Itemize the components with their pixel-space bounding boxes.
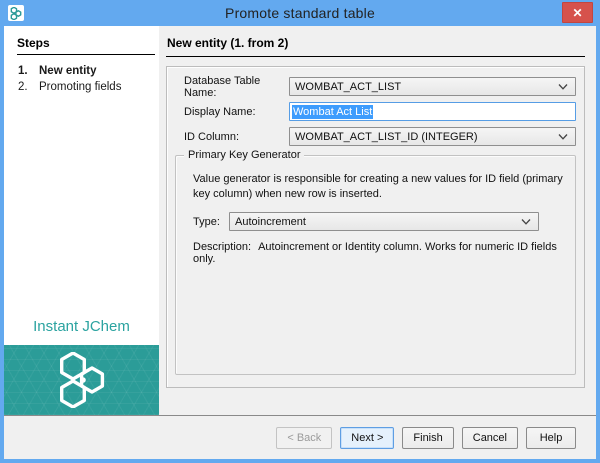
id-column-label: ID Column: — [184, 131, 289, 143]
selected-text: Wombat Act List — [292, 105, 373, 119]
page-title: New entity (1. from 2) — [166, 34, 585, 57]
description-row: Description:Autoincrement or Identity co… — [193, 241, 565, 265]
combo-value: Autoincrement — [235, 216, 306, 228]
brand-text: Instant JChem — [4, 318, 159, 335]
titlebar[interactable]: Promote standard table ✕ — [4, 0, 596, 26]
description-label: Description: — [193, 241, 251, 253]
steps-sidebar: Steps 1. New entity 2. Promoting fields … — [4, 26, 159, 415]
step-label: Promoting fields — [39, 80, 121, 94]
database-table-name-row: Database Table Name: WOMBAT_ACT_LIST — [184, 77, 576, 96]
display-name-row: Display Name: Wombat Act List — [184, 102, 576, 121]
type-combo[interactable]: Autoincrement — [229, 212, 539, 231]
window-title: Promote standard table — [225, 5, 375, 21]
chevron-down-icon — [521, 219, 531, 225]
generator-info-text: Value generator is responsible for creat… — [193, 172, 571, 202]
combo-value: WOMBAT_ACT_LIST_ID (INTEGER) — [295, 131, 478, 143]
cancel-button[interactable]: Cancel — [462, 427, 518, 449]
help-button[interactable]: Help — [526, 427, 576, 449]
combo-value: WOMBAT_ACT_LIST — [295, 81, 401, 93]
instant-jchem-app-icon — [8, 5, 24, 21]
close-button[interactable]: ✕ — [562, 2, 593, 23]
wizard-button-bar: < Back Next > Finish Cancel Help — [4, 415, 596, 459]
step-item-promoting-fields: 2. Promoting fields — [4, 79, 159, 95]
type-row: Type: Autoincrement — [193, 212, 565, 231]
display-name-input[interactable]: Wombat Act List — [289, 102, 576, 121]
step-label: New entity — [39, 64, 97, 78]
wizard-page: New entity (1. from 2) Database Table Na… — [159, 26, 596, 415]
back-button[interactable]: < Back — [276, 427, 332, 449]
finish-button[interactable]: Finish — [402, 427, 453, 449]
step-number: 1. — [18, 64, 39, 78]
dialog-body: Steps 1. New entity 2. Promoting fields … — [4, 26, 596, 459]
steps-list: 1. New entity 2. Promoting fields — [4, 63, 159, 95]
hexagon-logo-icon — [56, 352, 108, 408]
next-button[interactable]: Next > — [340, 427, 394, 449]
step-number: 2. — [18, 80, 39, 94]
database-table-name-label: Database Table Name: — [184, 75, 289, 99]
chevron-down-icon — [558, 84, 568, 90]
brand-logo-panel — [4, 345, 159, 415]
display-name-label: Display Name: — [184, 106, 289, 118]
database-table-name-combo[interactable]: WOMBAT_ACT_LIST — [289, 77, 576, 96]
steps-heading: Steps — [17, 36, 155, 55]
type-label: Type: — [193, 216, 229, 228]
chevron-down-icon — [558, 134, 568, 140]
id-column-row: ID Column: WOMBAT_ACT_LIST_ID (INTEGER) — [184, 127, 576, 146]
id-column-combo[interactable]: WOMBAT_ACT_LIST_ID (INTEGER) — [289, 127, 576, 146]
close-icon: ✕ — [572, 7, 582, 19]
step-item-new-entity: 1. New entity — [4, 63, 159, 79]
new-entity-form-panel: Database Table Name: WOMBAT_ACT_LIST Dis… — [166, 66, 585, 388]
primary-key-generator-group: Primary Key Generator Value generator is… — [175, 155, 576, 375]
hexagon-logo-mini-icon — [10, 7, 22, 20]
group-title: Primary Key Generator — [184, 149, 304, 161]
promote-standard-table-dialog: Promote standard table ✕ Steps 1. New en… — [0, 0, 600, 463]
